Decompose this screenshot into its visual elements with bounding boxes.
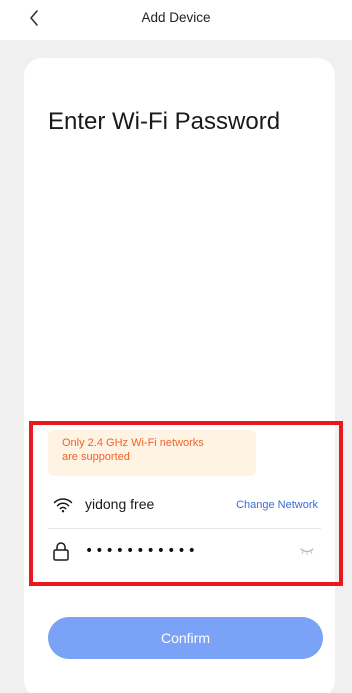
headline: Enter Wi-Fi Password [48, 108, 281, 135]
page-title: Add Device [141, 10, 211, 25]
highlight-frame [29, 421, 343, 586]
confirm-button[interactable]: Confirm [48, 617, 323, 659]
content-card [24, 58, 335, 693]
top-bar: Add Device [0, 0, 352, 40]
